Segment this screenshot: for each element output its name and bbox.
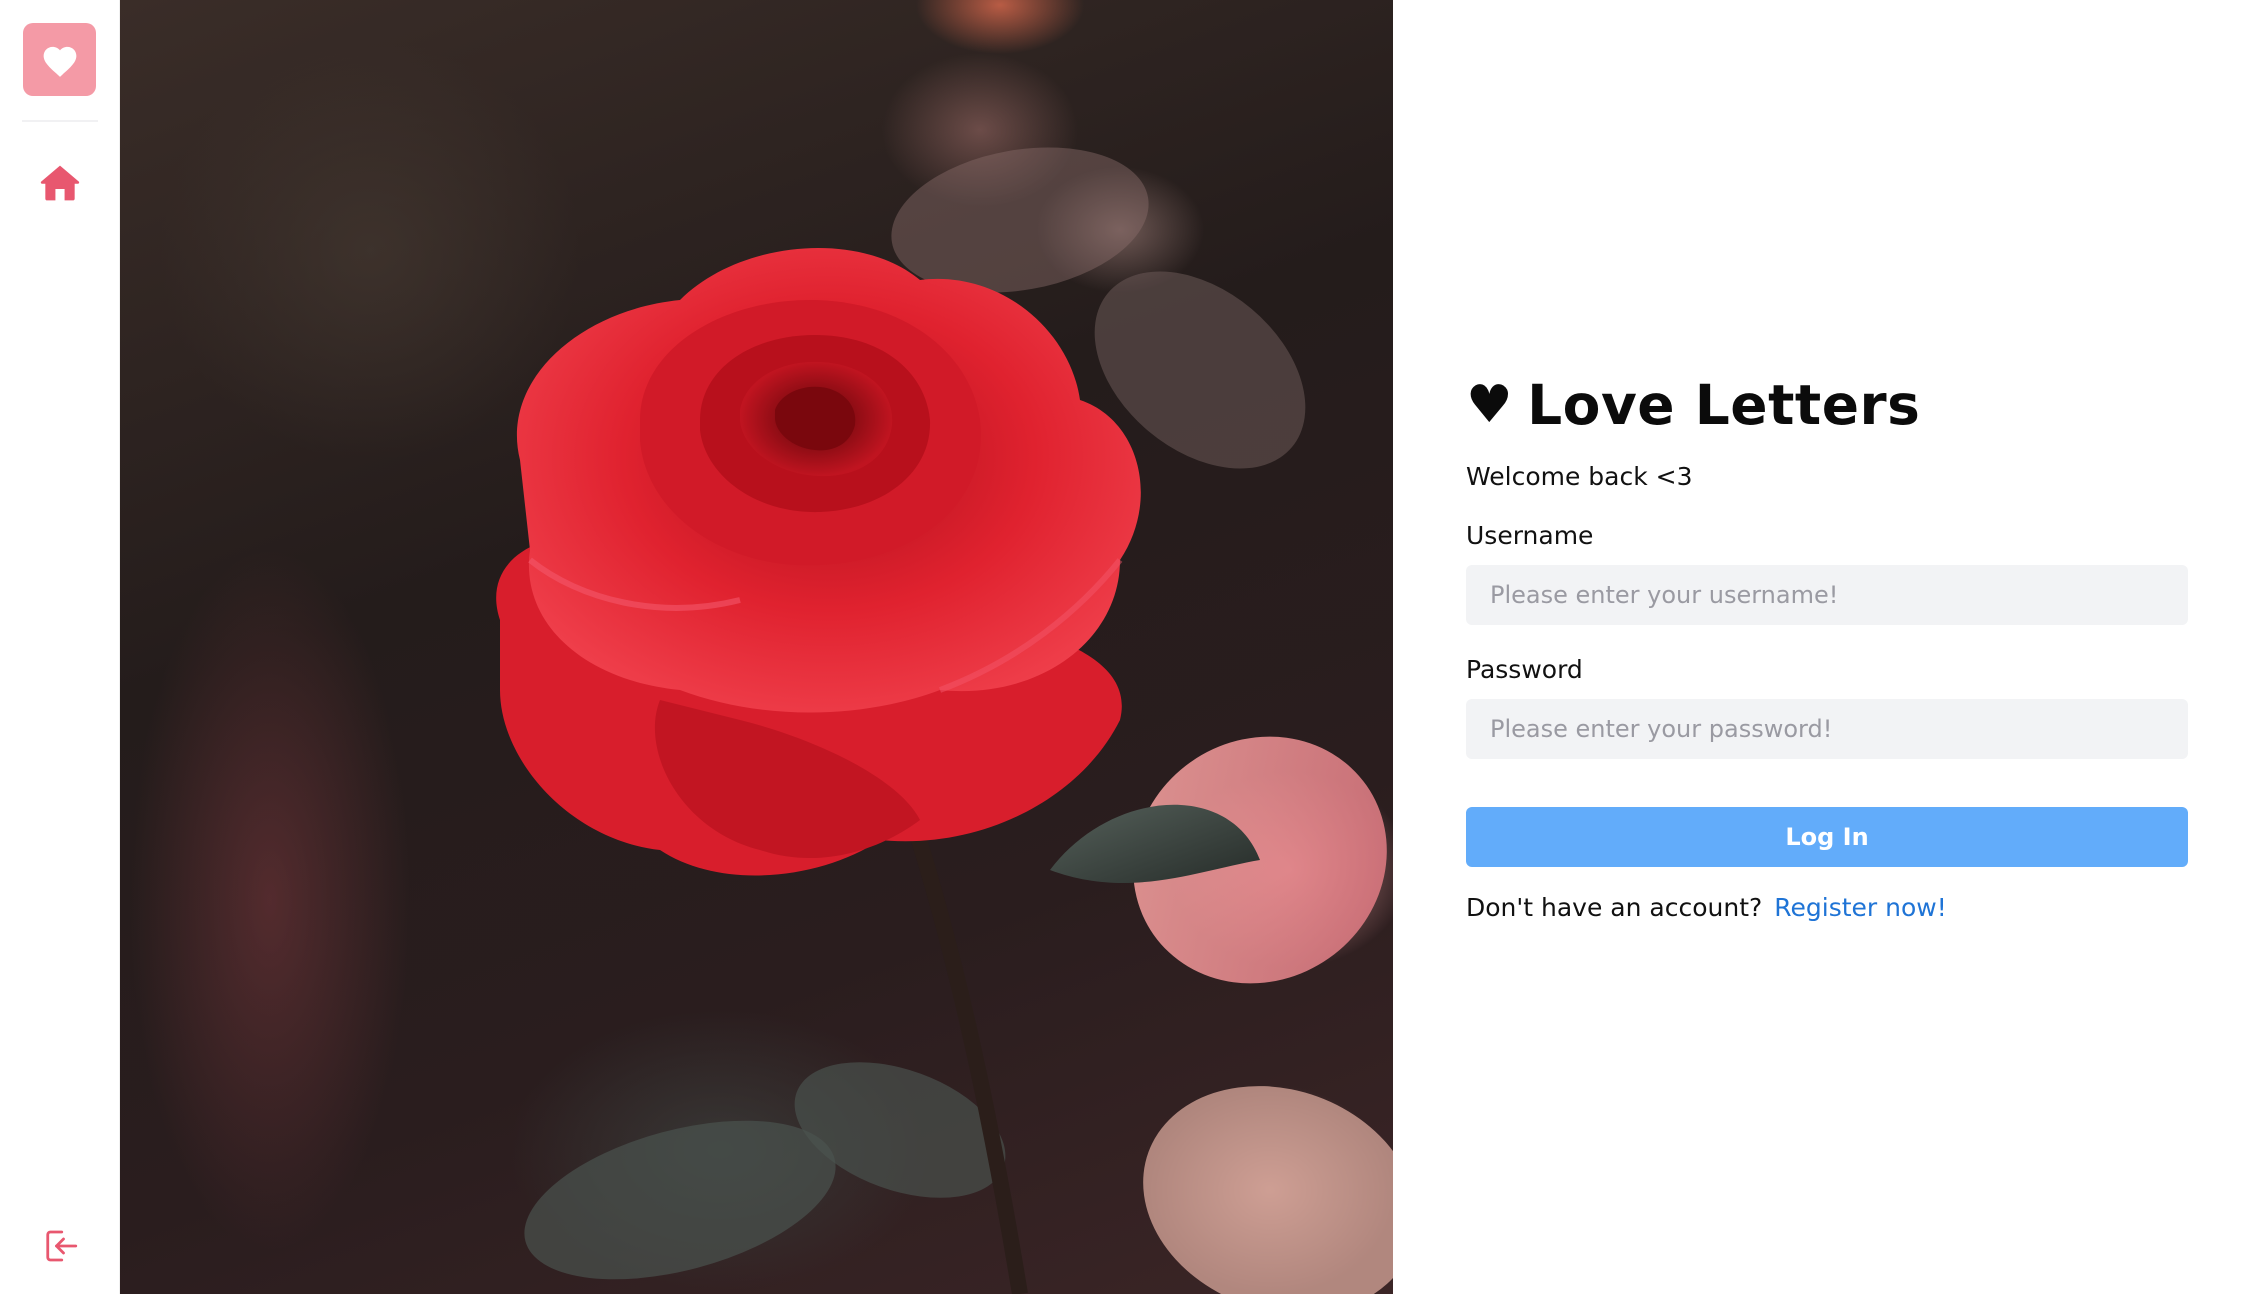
register-prompt: Don't have an account? — [1466, 893, 1763, 922]
app-logo[interactable] — [23, 23, 96, 96]
logout-icon — [45, 1230, 77, 1262]
heart-icon — [43, 46, 76, 77]
login-panel: ♥ Love Letters Welcome back <3 Username … — [1393, 0, 2254, 1294]
login-button[interactable]: Log In — [1466, 807, 2188, 867]
login-form: ♥ Love Letters Welcome back <3 Username … — [1466, 370, 2188, 922]
sidebar-divider — [21, 120, 98, 122]
hero-rose-image — [120, 0, 1393, 1294]
username-label: Username — [1466, 521, 1594, 550]
app-title-text: Love Letters — [1527, 373, 1921, 437]
register-link[interactable]: Register now! — [1774, 893, 1947, 922]
rose-illustration — [496, 147, 1393, 1294]
username-input[interactable] — [1466, 565, 2188, 625]
welcome-message: Welcome back <3 — [1466, 462, 1693, 491]
register-row: Don't have an account? Register now! — [1466, 893, 2188, 922]
sidebar-item-logout[interactable] — [32, 1218, 88, 1274]
heart-icon: ♥ — [1466, 375, 1514, 435]
home-icon — [40, 165, 79, 201]
password-input[interactable] — [1466, 699, 2188, 759]
page-title: ♥ Love Letters — [1466, 370, 2188, 440]
password-label: Password — [1466, 655, 1583, 684]
sidebar — [0, 0, 120, 1294]
sidebar-item-home[interactable] — [32, 155, 88, 211]
app-root: ♥ Love Letters Welcome back <3 Username … — [0, 0, 2254, 1294]
